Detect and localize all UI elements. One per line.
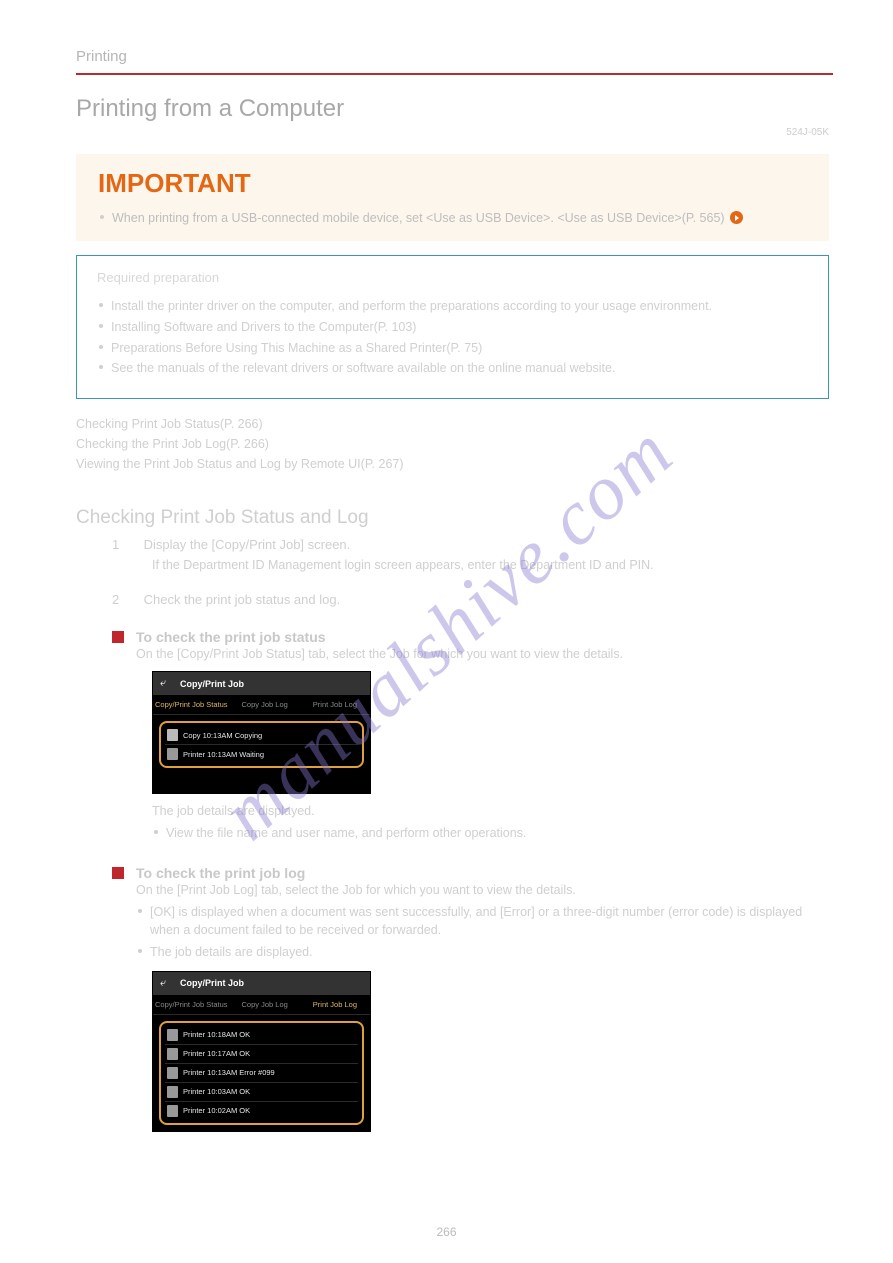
tab-copy-log: Copy Job Log (230, 995, 300, 1014)
screenshot-titlebar: ⤶ Copy/Print Job (153, 672, 370, 695)
screenshot-body: Printer 10:18AM OK Printer 10:17AM OK Pr… (153, 1015, 370, 1131)
screenshot-job-log: ⤶ Copy/Print Job Copy/Print Job Status C… (152, 971, 371, 1132)
prep-item: Installing Software and Drivers to the C… (97, 318, 808, 337)
page-number: 266 (0, 1225, 893, 1239)
step-note: If the Department ID Management login sc… (152, 556, 829, 574)
subsection-log: To check the print job log (112, 865, 829, 881)
prep-item: See the manuals of the relevant drivers … (97, 359, 808, 378)
screenshot-job-status: ⤶ Copy/Print Job Copy/Print Job Status C… (152, 671, 371, 794)
page-title: Printing from a Computer (0, 75, 893, 125)
revision-code: 524J-05K (0, 127, 893, 138)
screenshot-tabs: Copy/Print Job Status Copy Job Log Print… (153, 695, 370, 715)
job-row: Printer 10:13AM Waiting (165, 745, 358, 763)
back-icon: ⤶ (160, 977, 174, 990)
job-text: Printer 10:03AM OK (183, 1087, 250, 1096)
detail-note: The job details are displayed. (152, 802, 829, 820)
tab-print-log: Print Job Log (300, 995, 370, 1014)
section-anchors: Checking Print Job Status(P. 266) Checki… (76, 417, 829, 471)
job-row: Printer 10:02AM OK (165, 1102, 358, 1120)
step-1: 1 Display the [Copy/Print Job] screen. (112, 537, 829, 552)
important-callout: IMPORTANT When printing from a USB-conne… (76, 154, 829, 241)
step-number: 1 (112, 537, 140, 552)
screenshot-tabs: Copy/Print Job Status Copy Job Log Print… (153, 995, 370, 1015)
job-text: Printer 10:02AM OK (183, 1106, 250, 1115)
step-text: Display the [Copy/Print Job] screen. (144, 537, 351, 552)
printer-icon (167, 1067, 178, 1079)
tab-print-log: Print Job Log (300, 695, 370, 714)
log-bullet: The job details are displayed. (136, 943, 829, 961)
detail-bullet: View the file name and user name, and pe… (152, 824, 829, 842)
step-number: 2 (112, 592, 140, 607)
job-row: Printer 10:13AM Error #099 (165, 1064, 358, 1083)
page-header: Printing (0, 0, 893, 73)
important-heading: IMPORTANT (98, 168, 807, 199)
printer-icon (167, 1105, 178, 1117)
anchor-link[interactable]: Checking Print Job Status(P. 266) (76, 417, 829, 431)
prep-item: Install the printer driver on the comput… (97, 297, 808, 316)
job-row: Printer 10:03AM OK (165, 1083, 358, 1102)
screenshot-titlebar: ⤶ Copy/Print Job (153, 972, 370, 995)
anchor-link[interactable]: Viewing the Print Job Status and Log by … (76, 457, 829, 471)
printer-icon (167, 1029, 178, 1041)
tab-status: Copy/Print Job Status (153, 995, 230, 1014)
job-text: Printer 10:18AM OK (183, 1030, 250, 1039)
preparation-box: Required preparation Install the printer… (76, 255, 829, 399)
important-text: When printing from a USB-connected mobil… (112, 211, 725, 225)
step-text: Check the print job status and log. (144, 592, 341, 607)
job-row: Copy 10:13AM Copying (165, 726, 358, 745)
screenshot-body: Copy 10:13AM Copying Printer 10:13AM Wai… (153, 715, 370, 793)
job-row: Printer 10:18AM OK (165, 1026, 358, 1045)
section-heading: Checking Print Job Status and Log (76, 507, 829, 529)
important-bullet: When printing from a USB-connected mobil… (98, 209, 807, 227)
step-2: 2 Check the print job status and log. (112, 592, 829, 607)
tab-status: Copy/Print Job Status (153, 695, 230, 714)
highlight-frame: Copy 10:13AM Copying Printer 10:13AM Wai… (159, 721, 364, 768)
log-bullet: [OK] is displayed when a document was se… (136, 903, 829, 939)
job-text: Printer 10:13AM Error #099 (183, 1068, 275, 1077)
back-icon: ⤶ (160, 677, 174, 690)
job-text: Printer 10:17AM OK (183, 1049, 250, 1058)
printer-icon (167, 1048, 178, 1060)
anchor-link[interactable]: Checking the Print Job Log(P. 266) (76, 437, 829, 451)
subsection-desc: On the [Copy/Print Job Status] tab, sele… (136, 647, 829, 661)
printer-icon (167, 1086, 178, 1098)
tab-copy-log: Copy Job Log (230, 695, 300, 714)
screenshot-title: Copy/Print Job (180, 978, 244, 988)
highlight-frame: Printer 10:18AM OK Printer 10:17AM OK Pr… (159, 1021, 364, 1125)
copy-icon (167, 729, 178, 741)
job-text: Copy 10:13AM Copying (183, 731, 262, 740)
prep-item: Preparations Before Using This Machine a… (97, 339, 808, 358)
job-text: Printer 10:13AM Waiting (183, 750, 264, 759)
subsection-desc: On the [Print Job Log] tab, select the J… (136, 883, 829, 897)
screenshot-title: Copy/Print Job (180, 679, 244, 689)
job-row: Printer 10:17AM OK (165, 1045, 358, 1064)
printer-icon (167, 748, 178, 760)
prep-title: Required preparation (97, 270, 808, 285)
subsection-status: To check the print job status (112, 629, 829, 645)
play-icon (730, 211, 743, 224)
